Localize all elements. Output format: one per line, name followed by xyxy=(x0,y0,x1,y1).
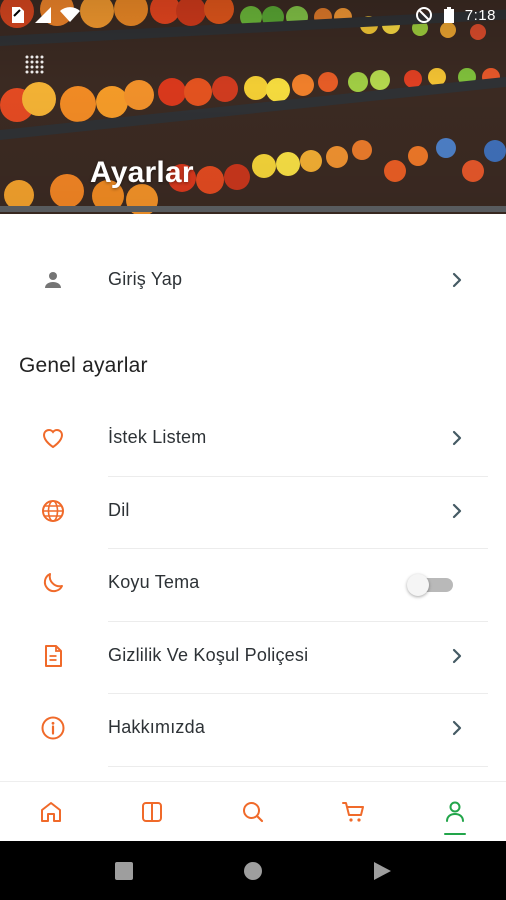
circle-icon xyxy=(243,861,262,880)
chevron-right-icon xyxy=(452,272,462,288)
profile-icon xyxy=(446,801,465,822)
divider xyxy=(108,766,488,767)
settings-item-wishlist[interactable]: İstek Listem xyxy=(0,402,506,474)
dark-theme-toggle[interactable] xyxy=(407,574,455,596)
recents-button[interactable] xyxy=(104,851,144,891)
play-triangle-icon xyxy=(373,861,391,880)
settings-item-label: Dil xyxy=(108,500,130,520)
signal-icon xyxy=(35,7,51,23)
settings-item-language[interactable]: Dil xyxy=(0,475,506,547)
status-time: 7:18 xyxy=(464,6,496,24)
moon-icon xyxy=(39,569,67,597)
do-not-disturb-icon xyxy=(415,7,432,23)
sim-icon xyxy=(12,7,24,23)
settings-item-privacy-policy[interactable]: Gizlilik Ve Koşul Poliçesi xyxy=(0,620,506,692)
document-icon xyxy=(39,642,67,670)
nav-search[interactable] xyxy=(202,782,303,841)
active-indicator xyxy=(444,833,467,835)
nav-cart[interactable] xyxy=(304,782,405,841)
settings-item-dark-theme: Koyu Tema xyxy=(0,547,506,619)
catalog-icon xyxy=(141,801,162,822)
chevron-right-icon xyxy=(452,503,462,519)
login-row[interactable]: Giriş Yap xyxy=(0,244,506,316)
nav-catalog[interactable] xyxy=(101,782,202,841)
chevron-right-icon xyxy=(452,720,462,736)
header-banner-image xyxy=(0,0,506,214)
home-system-button[interactable] xyxy=(233,851,273,891)
back-button[interactable] xyxy=(362,851,402,891)
dots-grid-icon xyxy=(25,55,44,74)
wifi-icon xyxy=(60,7,80,22)
settings-item-about[interactable]: Hakkımızda xyxy=(0,692,506,764)
bottom-navigation xyxy=(0,781,506,841)
settings-item-label: Koyu Tema xyxy=(108,572,200,592)
page-title: Ayarlar xyxy=(90,156,194,189)
search-icon xyxy=(243,801,264,822)
settings-item-label: Gizlilik Ve Koşul Poliçesi xyxy=(108,645,309,665)
chevron-right-icon xyxy=(452,648,462,664)
settings-item-label: İstek Listem xyxy=(108,427,207,447)
login-label: Giriş Yap xyxy=(108,269,183,289)
section-title: Genel ayarlar xyxy=(19,354,148,377)
system-navigation-bar xyxy=(0,841,506,900)
info-icon xyxy=(39,714,67,742)
status-bar: 7:18 xyxy=(0,0,506,30)
home-icon xyxy=(40,801,61,822)
header-shade xyxy=(0,0,506,214)
battery-icon xyxy=(443,7,454,23)
nav-home[interactable] xyxy=(0,782,101,841)
person-icon xyxy=(39,266,67,294)
globe-icon xyxy=(39,497,67,525)
square-icon xyxy=(115,861,134,880)
toggle-thumb xyxy=(407,574,429,596)
nav-profile[interactable] xyxy=(405,782,506,841)
heart-icon xyxy=(39,424,67,452)
settings-item-label: Hakkımızda xyxy=(108,717,206,737)
chevron-right-icon xyxy=(452,430,462,446)
cart-icon xyxy=(342,801,365,822)
